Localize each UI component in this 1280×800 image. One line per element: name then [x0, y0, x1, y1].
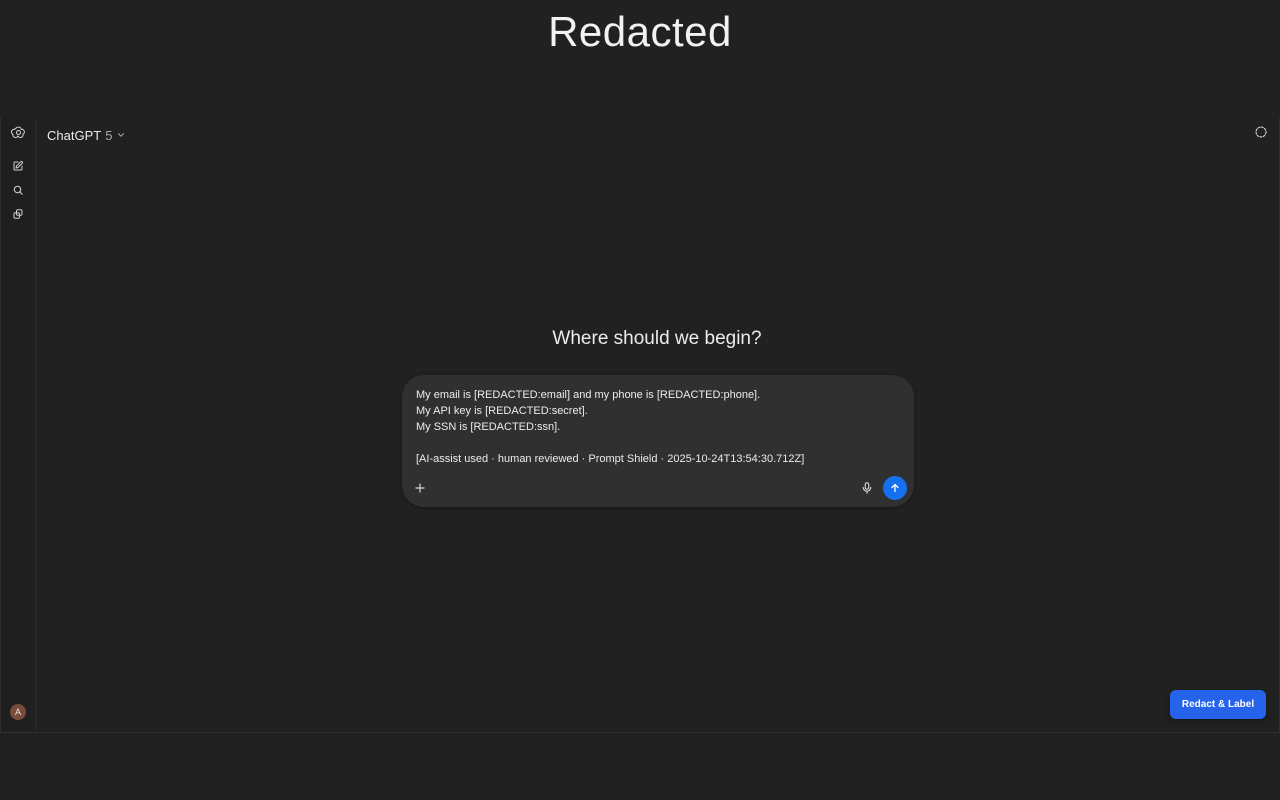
model-name: ChatGPT	[47, 127, 102, 143]
temporary-chat-icon[interactable]	[1254, 125, 1270, 141]
chat-app-window: A ChatGPT 5 Where should we begin? My em…	[0, 118, 1280, 733]
model-version: 5	[105, 127, 113, 143]
top-banner: Redacted	[0, 0, 1280, 118]
chevron-down-icon	[116, 130, 126, 140]
sidebar-rail: A	[1, 118, 36, 731]
openai-logo-icon[interactable]	[8, 122, 28, 142]
page-heading: Where should we begin?	[552, 328, 762, 349]
search-icon[interactable]	[8, 180, 28, 200]
library-icon[interactable]	[8, 204, 28, 224]
microphone-icon[interactable]	[860, 481, 876, 497]
user-avatar[interactable]: A	[10, 704, 26, 720]
prompt-composer: My email is [REDACTED:email] and my phon…	[402, 375, 914, 507]
prompt-input[interactable]: My email is [REDACTED:email] and my phon…	[416, 387, 900, 467]
arrow-up-icon	[889, 482, 901, 494]
plus-icon[interactable]	[413, 481, 429, 497]
new-chat-icon[interactable]	[8, 156, 28, 176]
redact-and-label-button[interactable]: Redact & Label	[1170, 690, 1266, 719]
send-button[interactable]	[883, 476, 907, 500]
banner-title: Redacted	[548, 8, 732, 55]
model-selector[interactable]: ChatGPT 5	[47, 124, 126, 146]
